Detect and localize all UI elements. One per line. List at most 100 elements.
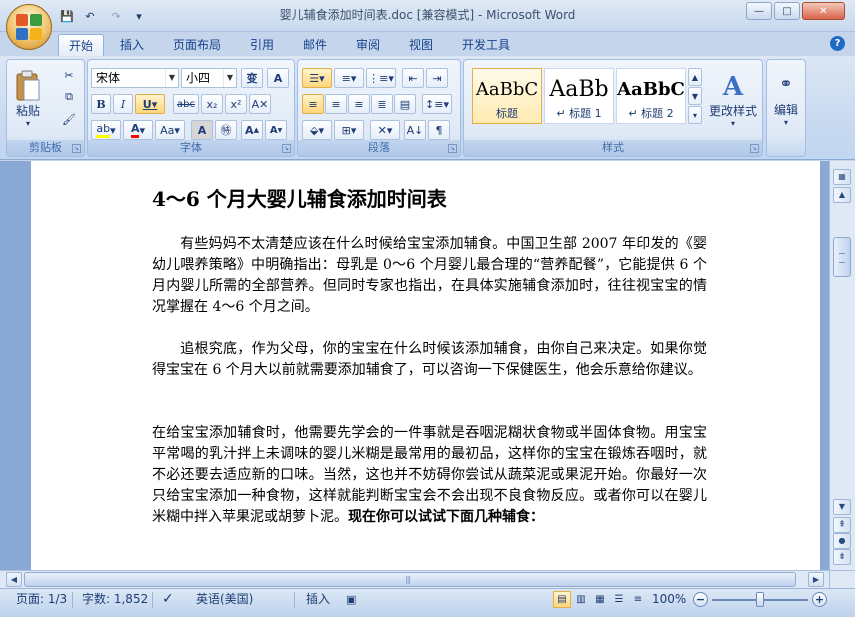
scroll-up-icon[interactable]: ▲: [833, 187, 851, 203]
vertical-scroll-thumb[interactable]: [833, 237, 851, 277]
enclose-char-button[interactable]: ㊕: [215, 120, 237, 140]
shading-button[interactable]: ⬙▾: [302, 120, 332, 140]
tab-page-layout[interactable]: 页面布局: [163, 34, 231, 56]
styles-launcher-icon[interactable]: ↘: [750, 144, 759, 153]
copy-icon[interactable]: ⧉: [59, 88, 79, 106]
borders-button[interactable]: ⊞▾: [334, 120, 364, 140]
ruler-toggle-icon[interactable]: ▦: [833, 169, 851, 185]
status-bar: 页面: 1/3 字数: 1,852 ✓ 英语(美国) 插入 ▣ ▤ ▥ ▦ ☰ …: [0, 588, 855, 617]
redo-icon[interactable]: ↷: [104, 7, 128, 25]
web-layout-icon[interactable]: ▦: [591, 591, 609, 608]
document-page[interactable]: 4～6 个月大婴儿辅食添加时间表 有些妈妈不太清楚应该在什么时候给宝宝添加辅食。…: [31, 161, 820, 570]
tab-developer[interactable]: 开发工具: [452, 34, 520, 56]
italic-button[interactable]: I: [113, 94, 133, 114]
clipboard-launcher-icon[interactable]: ↘: [72, 144, 81, 153]
clear-format-icon[interactable]: A✕: [249, 94, 271, 114]
font-color-button[interactable]: A ▾: [123, 120, 153, 140]
full-screen-reading-icon[interactable]: ▥: [572, 591, 590, 608]
highlighter-icon: ab: [96, 122, 111, 138]
minimize-button[interactable]: —: [746, 2, 772, 20]
justify-icon[interactable]: ≣: [371, 94, 393, 114]
underline-button[interactable]: U ▾: [135, 94, 165, 114]
style-heading1-tile[interactable]: AaBb ↵ 标题 1: [544, 68, 614, 124]
tab-references[interactable]: 引用: [240, 34, 284, 56]
close-button[interactable]: ✕: [802, 2, 845, 20]
highlight-button[interactable]: ab ▾: [91, 120, 121, 140]
office-logo-icon: [16, 14, 42, 40]
styles-scroll-down-icon[interactable]: ▼: [688, 87, 702, 105]
page-indicator[interactable]: 页面: 1/3: [16, 589, 67, 617]
zoom-in-icon[interactable]: +: [812, 592, 827, 607]
tab-view[interactable]: 视图: [399, 34, 443, 56]
vertical-scrollbar[interactable]: ▦ ▲ ▼ ⇞ ● ⇟: [829, 161, 855, 570]
distributed-icon[interactable]: ▤: [394, 94, 416, 114]
browse-object-icon[interactable]: ●: [833, 533, 851, 549]
zoom-out-icon[interactable]: −: [693, 592, 708, 607]
scroll-down-icon[interactable]: ▼: [833, 499, 851, 515]
tab-mailings[interactable]: 邮件: [293, 34, 337, 56]
save-icon[interactable]: 💾: [58, 7, 76, 25]
language-indicator[interactable]: 英语(美国): [196, 589, 253, 617]
cut-icon[interactable]: ✂: [59, 66, 79, 84]
phonetic-guide-button[interactable]: 变: [241, 68, 263, 88]
font-name-combo[interactable]: 宋体 ▼: [91, 68, 179, 88]
word-count[interactable]: 字数: 1,852: [82, 589, 148, 617]
print-layout-icon[interactable]: ▤: [553, 591, 571, 608]
chinese-layout-button[interactable]: ✕▾: [370, 120, 400, 140]
char-shading-button[interactable]: A: [191, 120, 213, 140]
format-painter-icon[interactable]: 🖌: [59, 110, 79, 128]
tab-review[interactable]: 审阅: [346, 34, 390, 56]
font-launcher-icon[interactable]: ↘: [282, 144, 291, 153]
align-left-icon[interactable]: ≡: [302, 94, 324, 114]
editing-button[interactable]: ⚭ 编辑 ▾: [769, 64, 803, 136]
maximize-button[interactable]: □: [774, 2, 800, 20]
macro-record-icon[interactable]: ▣: [346, 589, 356, 617]
draft-view-icon[interactable]: ≡: [629, 591, 647, 608]
align-center-icon[interactable]: ≡: [325, 94, 347, 114]
outline-view-icon[interactable]: ☰: [610, 591, 628, 608]
strikethrough-button[interactable]: abc: [173, 94, 199, 114]
change-styles-button[interactable]: A 更改样式 ▾: [706, 64, 760, 136]
decrease-indent-icon[interactable]: ⇤: [402, 68, 424, 88]
scroll-right-icon[interactable]: ▶: [808, 572, 824, 587]
proofing-icon[interactable]: ✓: [162, 589, 174, 617]
numbering-button[interactable]: ≡▾: [334, 68, 364, 88]
font-size-combo[interactable]: 小四 ▼: [181, 68, 237, 88]
office-button[interactable]: [6, 4, 52, 50]
increase-indent-icon[interactable]: ⇥: [426, 68, 448, 88]
customize-qat-icon[interactable]: ▾: [130, 7, 148, 25]
styles-group: AaBbC 标题 AaBb ↵ 标题 1 AaBbC ↵ 标题 2 ▲ ▼ ▾ …: [463, 59, 763, 157]
char-border-button[interactable]: A: [267, 68, 289, 88]
tab-insert[interactable]: 插入: [110, 34, 154, 56]
font-color-icon: A: [130, 122, 140, 138]
change-case-button[interactable]: Aa ▾: [155, 120, 185, 140]
superscript-button[interactable]: x²: [225, 94, 247, 114]
bullets-button[interactable]: ☰▾: [302, 68, 332, 88]
scroll-left-icon[interactable]: ◀: [6, 572, 22, 587]
style-normal-tile[interactable]: AaBbC 标题: [472, 68, 542, 124]
styles-more-icon[interactable]: ▾: [688, 106, 702, 124]
align-right-icon[interactable]: ≡: [348, 94, 370, 114]
sort-icon[interactable]: A↓: [404, 120, 426, 140]
line-spacing-button[interactable]: ↕≡▾: [422, 94, 452, 114]
undo-icon[interactable]: ↶: [78, 7, 102, 25]
show-marks-icon[interactable]: ¶: [428, 120, 450, 140]
horizontal-scroll-thumb[interactable]: [24, 572, 796, 587]
styles-scroll-up-icon[interactable]: ▲: [688, 68, 702, 86]
zoom-level[interactable]: 100%: [652, 589, 686, 617]
previous-page-icon[interactable]: ⇞: [833, 517, 851, 533]
zoom-slider-thumb[interactable]: [756, 592, 764, 607]
tab-home[interactable]: 开始: [58, 34, 105, 56]
multilevel-list-button[interactable]: ⋮≡▾: [366, 68, 396, 88]
shrink-font-button[interactable]: A ▼: [265, 120, 287, 140]
grow-font-button[interactable]: A ▲: [241, 120, 263, 140]
subscript-button[interactable]: x₂: [201, 94, 223, 114]
bold-button[interactable]: B: [91, 94, 111, 114]
style-heading2-tile[interactable]: AaBbC ↵ 标题 2: [616, 68, 686, 124]
paragraph-launcher-icon[interactable]: ↘: [448, 144, 457, 153]
insert-mode-indicator[interactable]: 插入: [306, 589, 330, 617]
paste-button[interactable]: 粘贴 ▾: [11, 64, 45, 134]
help-icon[interactable]: ?: [830, 36, 845, 51]
next-page-icon[interactable]: ⇟: [833, 549, 851, 565]
horizontal-scrollbar[interactable]: ◀ ▶: [0, 570, 829, 588]
